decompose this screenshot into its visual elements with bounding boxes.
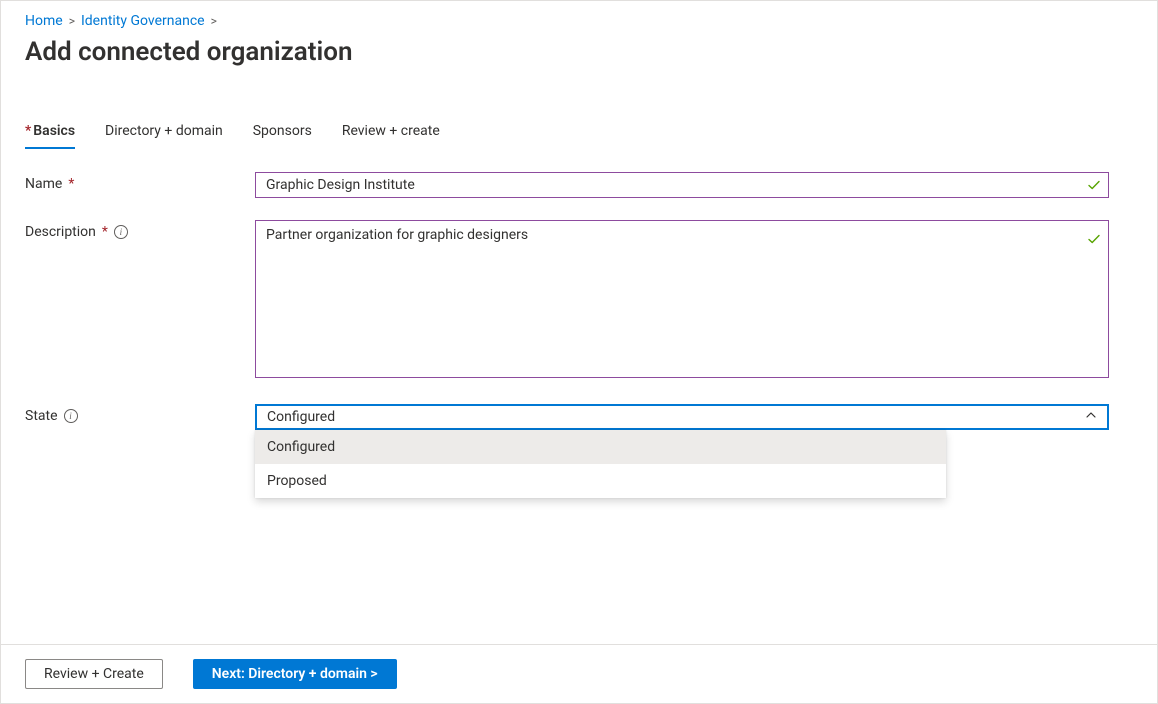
chevron-right-icon: > — [69, 14, 75, 28]
tab-label: Review + create — [342, 123, 440, 139]
tab-sponsors[interactable]: Sponsors — [253, 117, 312, 149]
tab-directory-domain[interactable]: Directory + domain — [105, 117, 223, 149]
info-icon[interactable]: i — [114, 225, 128, 239]
next-button[interactable]: Next: Directory + domain > — [193, 659, 397, 689]
required-marker: * — [68, 176, 74, 192]
form-row-name: Name * — [25, 172, 1133, 198]
form-row-state: State i Configured Configured Proposed — [25, 404, 1133, 430]
tab-label: Basics — [33, 123, 75, 139]
page-frame: Home > Identity Governance > Add connect… — [0, 0, 1158, 704]
label-text: Description — [25, 224, 96, 240]
state-dropdown[interactable]: Configured — [255, 404, 1109, 430]
state-dropdown-menu: Configured Proposed — [255, 430, 946, 498]
breadcrumb: Home > Identity Governance > — [25, 9, 1133, 37]
name-control — [255, 172, 1109, 198]
dropdown-option-proposed[interactable]: Proposed — [255, 464, 946, 498]
footer: Review + Create Next: Directory + domain… — [1, 644, 1157, 703]
label-text: State — [25, 408, 58, 424]
required-marker: * — [25, 123, 31, 139]
label-text: Name — [25, 176, 62, 192]
name-input[interactable] — [255, 172, 1109, 198]
dropdown-option-configured[interactable]: Configured — [255, 430, 946, 464]
name-label: Name * — [25, 172, 255, 192]
state-control: Configured Configured Proposed — [255, 404, 1109, 430]
breadcrumb-link-home[interactable]: Home — [25, 13, 63, 29]
chevron-up-icon — [1085, 409, 1097, 425]
tab-review-create[interactable]: Review + create — [342, 117, 440, 149]
tabs: *Basics Directory + domain Sponsors Revi… — [25, 117, 1133, 150]
breadcrumb-link-identity-governance[interactable]: Identity Governance — [81, 13, 205, 29]
required-marker: * — [102, 224, 108, 240]
chevron-right-icon: > — [211, 14, 217, 28]
info-icon[interactable]: i — [64, 409, 78, 423]
tab-basics[interactable]: *Basics — [25, 117, 75, 149]
dropdown-selected-value: Configured — [267, 409, 335, 425]
page-title: Add connected organization — [25, 37, 1133, 67]
form-row-description: Description * i — [25, 220, 1133, 382]
tab-label: Directory + domain — [105, 123, 223, 139]
tab-label: Sponsors — [253, 123, 312, 139]
review-create-button[interactable]: Review + Create — [25, 659, 163, 689]
description-input[interactable] — [255, 220, 1109, 378]
description-label: Description * i — [25, 220, 255, 240]
state-label: State i — [25, 404, 255, 424]
description-control — [255, 220, 1109, 382]
content-area: Home > Identity Governance > Add connect… — [1, 1, 1157, 430]
